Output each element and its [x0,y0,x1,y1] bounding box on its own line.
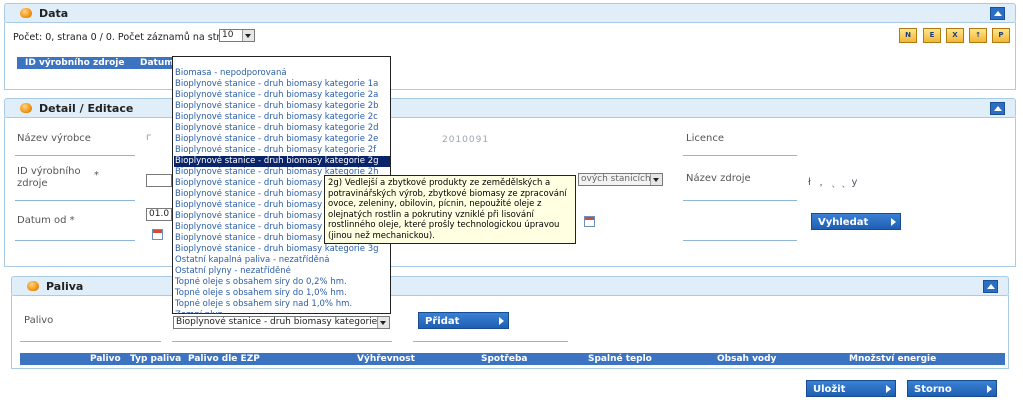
dropdown-option[interactable]: Bioplynové stanice - druh biomasy katego… [174,134,390,145]
dropdown-option[interactable]: Topné oleje s obsahem síry do 1,0% hm. [174,288,390,299]
required-marker: * [94,170,99,181]
calendar-icon[interactable] [152,229,163,240]
id-zdroje-label: ID výrobního zdroje [17,166,82,190]
data-panel-header: Data [4,3,1016,23]
datum-do-underline [683,240,797,241]
id-zdroje-underline [15,200,135,201]
data-panel-title: Data [39,7,69,20]
pridat-label: Přidat [425,316,460,327]
zdroj-type-select[interactable]: ových stanicích [578,173,663,186]
dropdown-option[interactable]: Biomasa - nepodporovaná [174,68,390,79]
data-panel-body [4,22,1016,90]
dropdown-option[interactable]: Ostatní plyny - nezatříděné [174,266,390,277]
licence-label: Licence [686,133,724,144]
zdroj-type-value: ových stanicích [581,174,651,184]
palivo-select-value: Bioplynové stanice - druh biomasy katego… [176,317,390,327]
arrow-right-icon [891,218,896,226]
collapse-detail-button[interactable] [990,102,1005,115]
id-zdroje-select-stub[interactable] [146,174,172,187]
dropdown-option[interactable]: Bioplynové stanice - druh biomasy katego… [174,112,390,123]
arrow-right-icon [886,385,891,393]
palivo-select[interactable]: Bioplynové stanice - druh biomasy katego… [173,316,390,329]
datum-od-underline [15,240,135,241]
vyrobce-underline [15,155,135,156]
arrow-right-icon [499,317,504,325]
save-label: Uložit [813,384,846,395]
dropdown-option[interactable]: Bioplynové stanice - druh biomasy katego… [174,90,390,101]
palivo-select-underline [172,341,392,342]
dropdown-option-selected[interactable]: Bioplynové stanice - druh biomasy katego… [174,156,390,167]
grid-col-mnozstvi-energie: Množství energie [849,354,937,364]
category-tooltip: 2g) Vedlejší a zbytkové produkty ze země… [324,175,576,244]
paliva-grid-header: Palivo Typ paliva Palivo dle EZP Výhřevn… [20,353,1005,365]
datum-od-label: Datum od * [17,215,75,226]
grid-col-vyhrevnost: Výhřevnost [357,354,415,364]
dropdown-option[interactable]: Zemní plyn [174,310,390,314]
arrow-right-icon [987,385,992,393]
dropdown-option[interactable]: Ostatní kapalná paliva - nezatříděná [174,255,390,266]
nazev-zdroje-value: ł ﹐ ˎ ˎ y [808,177,859,188]
grid-col-typ-paliva: Typ paliva [130,354,182,364]
grid-col-obsah-vody: Obsah vody [717,354,777,364]
datum-od-value: 01.0 [149,209,170,219]
chevron-down-icon [650,174,662,185]
grid-col-spalne-teplo: Spalné teplo [588,354,652,364]
cancel-label: Storno [914,384,952,395]
orb-icon [20,103,32,113]
detail-panel-header: Detail / Editace [4,98,1016,118]
dropdown-option[interactable]: Bioplynové stanice - druh biomasy katego… [174,79,390,90]
dropdown-option[interactable]: Bioplynové stanice - druh biomasy katego… [174,145,390,156]
orb-icon [20,8,32,18]
collapse-data-button[interactable] [990,7,1005,20]
save-button[interactable]: Uložit [806,380,896,397]
pridat-underline [413,341,568,342]
dropdown-option[interactable]: Topné oleje s obsahem síry do 0,2% hm. [174,277,390,288]
nazev-zdroje-underline [683,200,797,201]
cancel-button[interactable]: Storno [907,380,997,397]
dropdown-option[interactable]: Bioplynové stanice - druh biomasy katego… [174,101,390,112]
grid-col-spotreba: Spotřeba [481,354,528,364]
detail-panel-title: Detail / Editace [39,102,134,115]
nazev-zdroje-label: Název zdroje [686,173,751,184]
vyrobce-value: ᴦ [146,132,153,143]
licence-underline [683,155,797,156]
grid-col-palivo: Palivo [90,354,121,364]
paliva-panel-header: Paliva [11,276,1009,296]
paliva-panel-title: Paliva [46,280,84,293]
pridat-button[interactable]: Přidat [418,312,509,329]
dropdown-option[interactable]: Bioplynové stanice - druh biomasy katego… [174,123,390,134]
dropdown-option[interactable]: Bioplynové stanice - druh biomasy katego… [174,244,390,255]
licence-value: 2010091 [442,135,490,145]
vyhledat-zdroje-button[interactable]: Vyhledat zdroje [811,213,901,245]
dropdown-option[interactable]: Topné oleje s obsahem síry nad 1,0% hm. [174,299,390,310]
id-zdroje-label-text: ID výrobního zdroje [17,166,81,189]
calendar-icon[interactable] [584,216,595,227]
orb-icon [27,281,39,291]
palivo-label: Palivo [24,315,54,326]
vyrobce-label: Název výrobce [17,133,91,144]
palivo-underline [20,341,161,342]
chevron-down-icon [377,317,389,328]
grid-col-palivo-ezp: Palivo dle EZP [188,354,260,364]
collapse-paliva-button[interactable] [983,280,998,293]
datum-od-input[interactable]: 01.0 [146,208,172,221]
